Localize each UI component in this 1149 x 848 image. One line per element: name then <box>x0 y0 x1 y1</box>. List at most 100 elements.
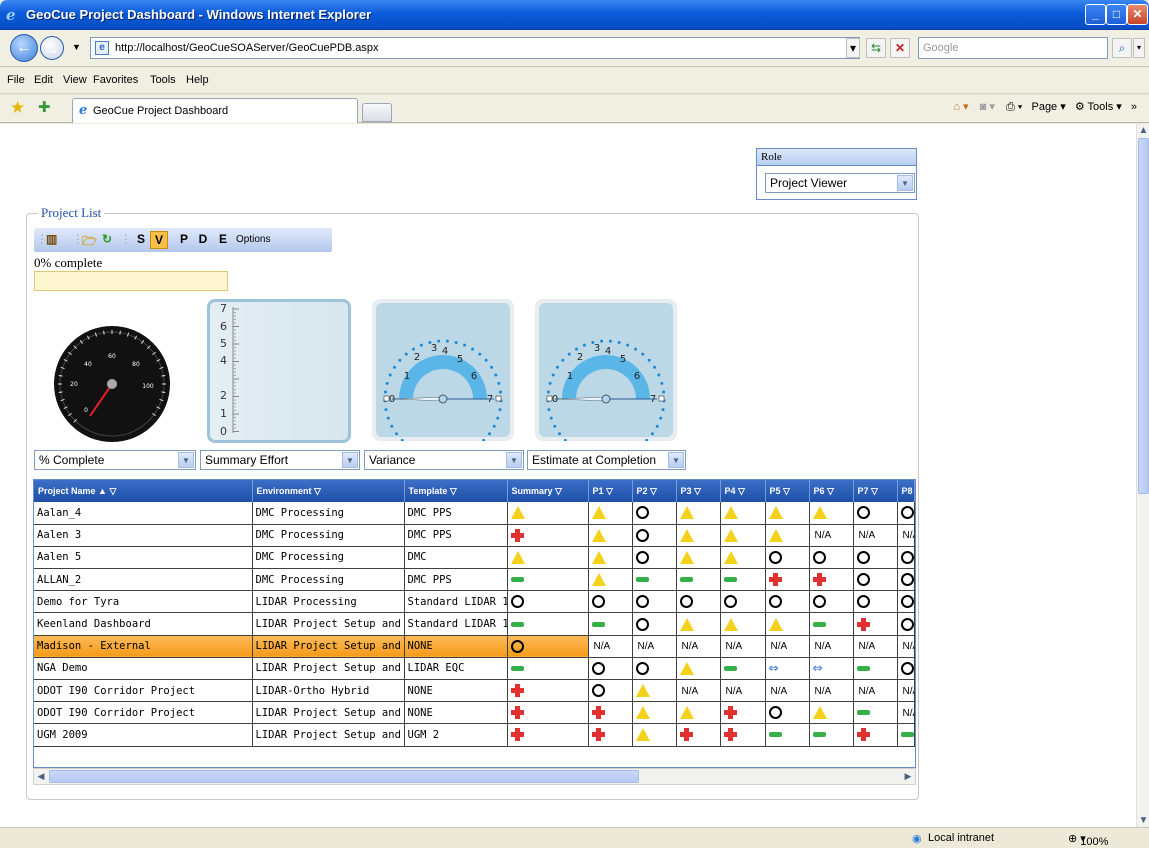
close-button[interactable]: ✕ <box>1127 4 1148 25</box>
zoom-level[interactable]: ⊕ 100% ▾ <box>1068 832 1108 848</box>
toolbar-d-button[interactable]: D <box>196 232 210 246</box>
gauge-select-3[interactable]: Variance ▼ <box>364 450 524 470</box>
vertical-scrollbar[interactable]: ▲ ▼ <box>1136 124 1149 827</box>
column-header-p3[interactable]: P3 ▽ <box>676 480 721 502</box>
filter-icon[interactable]: ▽ <box>736 486 745 496</box>
vertical-scroll-thumb[interactable] <box>1138 138 1149 494</box>
scroll-up-icon[interactable]: ▲ <box>1137 124 1149 137</box>
column-header-p2[interactable]: P2 ▽ <box>632 480 677 502</box>
menu-edit[interactable]: Edit <box>34 74 53 86</box>
column-header-p1[interactable]: P1 ▽ <box>588 480 633 502</box>
circle-icon <box>900 506 913 520</box>
forward-button[interactable]: → <box>40 36 64 60</box>
filter-icon[interactable]: ▽ <box>553 486 562 496</box>
menu-file[interactable]: File <box>7 74 25 86</box>
address-url[interactable]: http://localhost/GeoCueSOAServer/GeoCueP… <box>115 42 379 54</box>
column-header-p8[interactable]: P8 <box>897 480 915 502</box>
column-header-p7[interactable]: P7 ▽ <box>853 480 898 502</box>
table-row[interactable]: UGM 2009 LIDAR Project Setup and F UGM 2 <box>34 723 915 747</box>
chevron-right-icon[interactable]: » <box>1131 101 1137 113</box>
menu-favorites[interactable]: Favorites <box>93 74 138 86</box>
table-row[interactable]: ODOT I90 Corridor Project LIDAR-Ortho Hyb… <box>34 679 915 703</box>
stop-icon[interactable]: ✕ <box>890 38 910 58</box>
arc-gauge-dot <box>419 343 423 347</box>
warning-icon <box>679 528 694 542</box>
sort-ascending-icon[interactable]: ▲ <box>96 486 107 496</box>
horizontal-scroll-thumb[interactable] <box>49 770 639 783</box>
toolbar-p-button[interactable]: P <box>177 232 191 246</box>
column-header-p6[interactable]: P6 ▽ <box>809 480 854 502</box>
project-name-cell: Aalan_4 <box>34 502 253 525</box>
page-menu[interactable]: Page ▾ <box>1031 101 1065 113</box>
menu-tools[interactable]: Tools <box>150 74 176 86</box>
gauge-select-2[interactable]: Summary Effort ▼ <box>200 450 360 470</box>
toolbar-e-button[interactable]: E <box>216 232 230 246</box>
table-row[interactable]: ALLAN_2 DMC Processing DMC PPS <box>34 568 915 592</box>
table-row[interactable]: Demo for Tyra LIDAR Processing Standard LI… <box>34 590 915 614</box>
table-row[interactable]: ODOT I90 Corridor Project LIDAR Project S… <box>34 701 915 725</box>
gauge-select-1[interactable]: % Complete ▼ <box>34 450 196 470</box>
column-header-p5[interactable]: P5 ▽ <box>765 480 810 502</box>
column-header-project-name[interactable]: Project Name ▲ ▽ <box>34 480 253 502</box>
maximize-button[interactable]: □ <box>1106 4 1127 25</box>
new-tab-button[interactable] <box>362 103 392 122</box>
refresh-icon[interactable]: ⇆ <box>866 38 886 58</box>
column-header-p4[interactable]: P4 ▽ <box>720 480 766 502</box>
table-row[interactable]: Keenland Dashboard LIDAR Project Setup an… <box>34 612 915 636</box>
search-icon[interactable]: ⌕ <box>1112 38 1132 58</box>
status-cell: N/A <box>809 524 854 547</box>
add-favorite-icon[interactable]: ✚ <box>38 98 51 116</box>
history-dropdown-icon[interactable]: ▼ <box>72 42 81 52</box>
role-select[interactable]: Project Viewer ▼ <box>765 173 915 193</box>
status-cell <box>507 701 589 725</box>
favorites-star-icon[interactable]: ★ <box>10 98 25 118</box>
browser-tab[interactable]: e GeoCue Project Dashboard <box>72 98 358 123</box>
filter-icon[interactable]: ▽ <box>648 486 657 496</box>
status-zone: Local intranet <box>928 832 995 844</box>
tools-menu[interactable]: ⚙ Tools ▾ <box>1075 101 1122 113</box>
table-row[interactable]: Aalen 3DMC ProcessingDMC PPS N/A N/A N/A <box>34 524 915 547</box>
scroll-down-icon[interactable]: ▼ <box>1137 814 1149 827</box>
toolbar-options-button[interactable]: Options <box>236 234 270 245</box>
print-icon[interactable]: ⎙ ▾ <box>1006 101 1022 113</box>
gauge-select-4[interactable]: Estimate at Completion ▼ <box>527 450 686 470</box>
column-header-environment[interactable]: Environment ▽ <box>252 480 405 502</box>
open-folder-icon[interactable]: 🗁 <box>82 232 97 253</box>
scroll-right-icon[interactable]: ▶ <box>901 769 915 784</box>
arc-gauge-dot <box>478 352 482 356</box>
menu-view[interactable]: View <box>63 74 87 86</box>
address-dropdown-icon[interactable]: ▾ <box>846 38 860 58</box>
filter-icon[interactable]: ▽ <box>825 486 834 496</box>
arc-gauge-dot <box>662 390 666 394</box>
toolbar-s-button[interactable]: S <box>134 232 148 246</box>
table-row[interactable]: Aalen 5 DMC Processing DMC <box>34 546 915 570</box>
filter-icon[interactable]: ▽ <box>107 486 116 496</box>
minimize-button[interactable]: _ <box>1085 4 1106 25</box>
filter-icon[interactable]: ▽ <box>312 486 321 496</box>
warning-icon <box>510 506 525 520</box>
filter-icon[interactable]: ▽ <box>692 486 701 496</box>
building-icon[interactable]: ▥ <box>46 232 57 246</box>
scroll-left-icon[interactable]: ◀ <box>34 769 48 784</box>
search-options-icon[interactable]: ▾ <box>1133 38 1145 58</box>
column-header-summary[interactable]: Summary ▽ <box>507 480 589 502</box>
menu-help[interactable]: Help <box>186 74 209 86</box>
status-cell <box>765 524 810 547</box>
home-icon[interactable]: ⌂ ▾ <box>953 101 968 113</box>
table-row[interactable]: Aalan_4 DMC Processing DMC PPS <box>34 502 915 525</box>
address-field[interactable]: e http://localhost/GeoCueSOAServer/GeoCu… <box>90 37 860 59</box>
refresh-icon[interactable]: ↻ <box>102 232 112 246</box>
column-header-template[interactable]: Template ▽ <box>404 480 508 502</box>
toolbar-v-button[interactable]: V <box>150 231 168 249</box>
filter-icon[interactable]: ▽ <box>869 486 878 496</box>
search-input[interactable]: Google <box>918 37 1108 59</box>
feeds-icon[interactable]: ◙ ▾ <box>980 101 995 113</box>
arc-gauge-dot <box>561 358 565 362</box>
back-button[interactable]: ← <box>10 34 38 62</box>
horizontal-scrollbar[interactable]: ◀ ▶ <box>33 768 916 785</box>
filter-icon[interactable]: ▽ <box>781 486 790 496</box>
table-row[interactable]: NGA Demo LIDAR Project Setup and F LIDAR E… <box>34 657 915 681</box>
filter-icon[interactable]: ▽ <box>604 486 613 496</box>
table-row[interactable]: Madison - External LIDAR Project Setup an… <box>34 635 915 658</box>
filter-icon[interactable]: ▽ <box>447 486 457 496</box>
